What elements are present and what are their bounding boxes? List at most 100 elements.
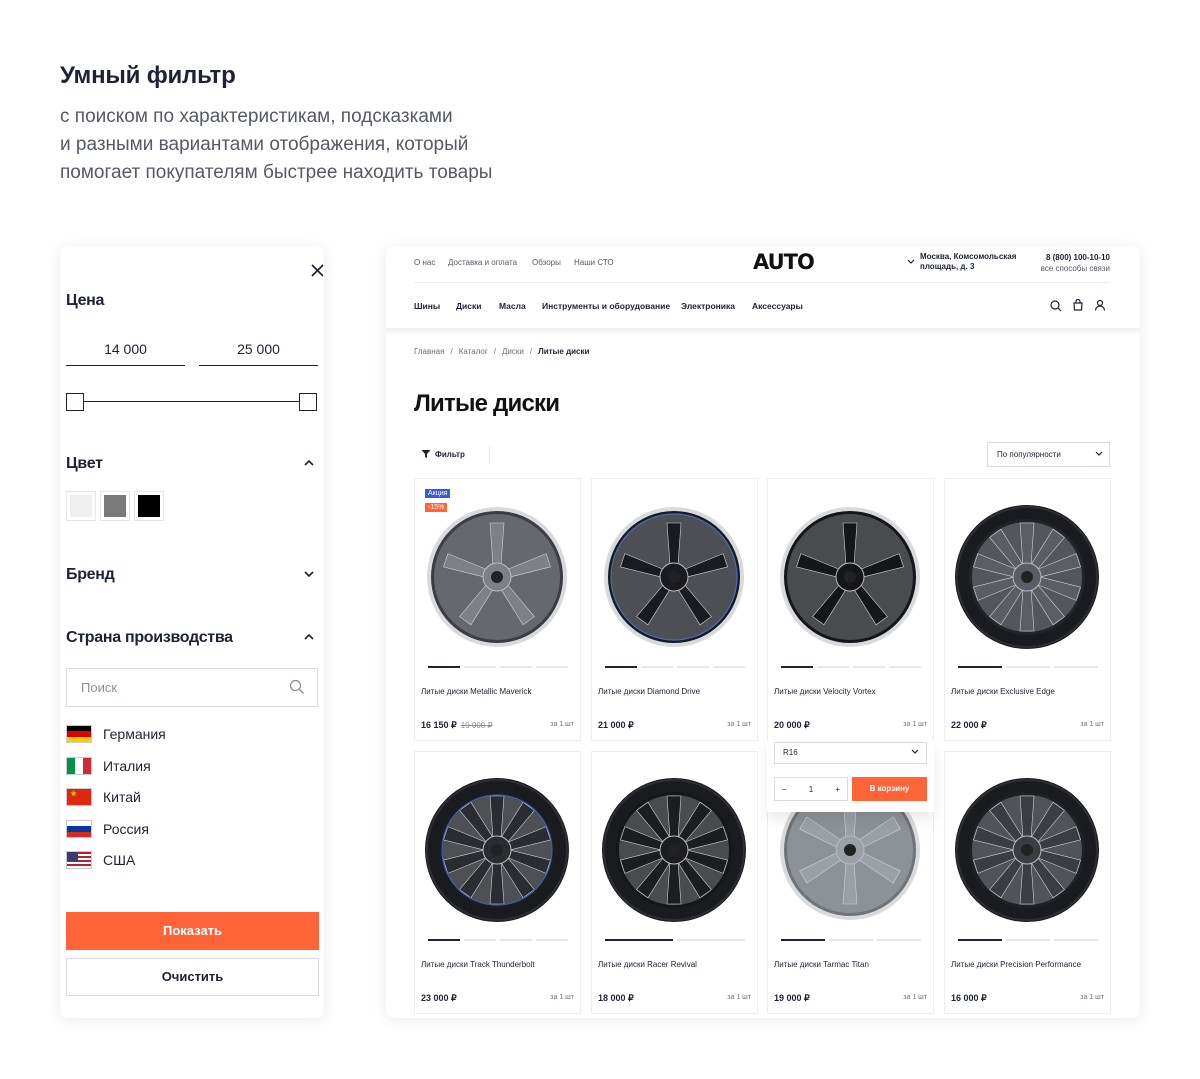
image-indicator[interactable] xyxy=(713,666,745,668)
search-icon[interactable] xyxy=(1050,300,1062,312)
price-min-input[interactable]: 14 000 xyxy=(66,336,185,366)
logo[interactable]: AUTO xyxy=(753,250,815,274)
image-indicator[interactable] xyxy=(829,939,873,941)
clear-button[interactable]: Очистить xyxy=(66,958,319,996)
search-icon[interactable] xyxy=(289,679,305,695)
product-card[interactable]: Литые диски Velocity Vortex 20 000 ₽ за … xyxy=(767,478,934,741)
image-indicator[interactable] xyxy=(889,666,921,668)
image-indicator[interactable] xyxy=(605,666,637,668)
image-indicator[interactable] xyxy=(781,939,825,941)
country-search-input[interactable]: Поиск xyxy=(66,668,318,707)
image-indicator[interactable] xyxy=(677,939,745,941)
image-indicator[interactable] xyxy=(1006,939,1050,941)
image-indicator[interactable] xyxy=(605,939,673,941)
price-range-min-handle[interactable] xyxy=(66,393,84,411)
filter-toggle-button[interactable]: Фильтр xyxy=(421,449,465,459)
close-icon[interactable] xyxy=(311,264,324,277)
image-indicator[interactable] xyxy=(853,666,885,668)
wheel-image[interactable] xyxy=(598,758,751,948)
category-tools[interactable]: Инструменты и оборудование xyxy=(542,301,670,311)
product-card[interactable]: Литые диски Metallic Maverick 16 150 ₽19… xyxy=(414,478,581,741)
category-oils[interactable]: Масла xyxy=(499,301,526,311)
top-link-reviews[interactable]: Обзоры xyxy=(532,258,561,267)
category-tires[interactable]: Шины xyxy=(414,301,440,311)
image-indicator[interactable] xyxy=(536,939,568,941)
color-heading[interactable]: Цвет xyxy=(66,455,103,473)
image-indicator[interactable] xyxy=(1054,939,1098,941)
image-indicator[interactable] xyxy=(428,666,460,668)
sort-select[interactable]: По популярности xyxy=(987,442,1110,467)
image-indicator[interactable] xyxy=(464,666,496,668)
country-option-russia[interactable]: Россия xyxy=(66,819,149,839)
product-name[interactable]: Литые диски Racer Revival xyxy=(598,960,697,969)
breadcrumb-wheels[interactable]: Диски xyxy=(502,347,524,356)
country-option-germany[interactable]: Германия xyxy=(66,724,166,744)
qty-value[interactable]: 1 xyxy=(809,785,813,794)
color-swatch-gray[interactable] xyxy=(100,491,130,521)
image-indicator[interactable] xyxy=(464,939,496,941)
product-card[interactable]: Литые диски Precision Performance 16 000… xyxy=(944,751,1111,1014)
image-indicator[interactable] xyxy=(500,939,532,941)
wheel-image[interactable] xyxy=(951,485,1104,675)
quantity-stepper[interactable]: − 1 + xyxy=(774,777,848,801)
image-indicator[interactable] xyxy=(781,666,813,668)
image-indicator[interactable] xyxy=(428,939,460,941)
breadcrumb-home[interactable]: Главная xyxy=(414,347,444,356)
wheel-image[interactable] xyxy=(421,485,574,675)
store-address[interactable]: Москва, Комсомольская площадь, д. 3 xyxy=(920,252,1016,272)
product-name[interactable]: Литые диски Velocity Vortex xyxy=(774,687,876,696)
phone-block[interactable]: 8 (800) 100-10-10 все способы связи xyxy=(1010,252,1110,274)
product-card[interactable]: Литые диски Exclusive Edge 22 000 ₽ за 1… xyxy=(944,478,1111,741)
product-name[interactable]: Литые диски Exclusive Edge xyxy=(951,687,1055,696)
product-card[interactable]: Литые диски Track Thunderbolt 23 000 ₽ з… xyxy=(414,751,581,1014)
price-max-input[interactable]: 25 000 xyxy=(199,336,318,366)
price-range-max-handle[interactable] xyxy=(299,393,317,411)
country-option-usa[interactable]: США xyxy=(66,850,135,870)
top-link-delivery[interactable]: Доставка и оплата xyxy=(448,258,517,267)
color-swatch-light[interactable] xyxy=(66,491,96,521)
chevron-up-icon[interactable] xyxy=(302,456,316,470)
image-indicator[interactable] xyxy=(958,939,1002,941)
top-link-about[interactable]: О нас xyxy=(414,258,435,267)
wheel-image[interactable] xyxy=(774,485,927,675)
image-indicator[interactable] xyxy=(536,666,568,668)
wheel-image[interactable] xyxy=(951,758,1104,948)
cart-icon[interactable] xyxy=(1072,299,1084,311)
product-name[interactable]: Литые диски Precision Performance xyxy=(951,960,1081,969)
country-heading[interactable]: Страна производства xyxy=(66,629,233,647)
product-card[interactable]: Литые диски Racer Revival 18 000 ₽ за 1 … xyxy=(591,751,758,1014)
add-to-cart-button[interactable]: В корзину xyxy=(852,777,927,801)
user-icon[interactable] xyxy=(1094,299,1106,311)
color-swatch-black[interactable] xyxy=(134,491,164,521)
image-indicator[interactable] xyxy=(958,666,1002,668)
category-electronics[interactable]: Электроника xyxy=(681,301,735,311)
country-option-italy[interactable]: Италия xyxy=(66,756,151,776)
size-select[interactable]: R16 xyxy=(774,742,927,764)
image-indicator[interactable] xyxy=(877,939,921,941)
image-indicator[interactable] xyxy=(641,666,673,668)
country-option-china[interactable]: ★ Китай xyxy=(66,787,141,807)
brand-heading[interactable]: Бренд xyxy=(66,566,115,584)
wheel-image[interactable] xyxy=(421,758,574,948)
qty-minus-button[interactable]: − xyxy=(782,785,787,794)
product-name[interactable]: Литые диски Metallic Maverick xyxy=(421,687,531,696)
image-indicator[interactable] xyxy=(1054,666,1098,668)
chevron-down-icon[interactable] xyxy=(302,567,316,581)
qty-plus-button[interactable]: + xyxy=(835,785,840,794)
chevron-down-icon[interactable] xyxy=(906,258,916,266)
image-indicator[interactable] xyxy=(677,666,709,668)
product-card[interactable]: Литые диски Diamond Drive 21 000 ₽ за 1 … xyxy=(591,478,758,741)
breadcrumb-catalog[interactable]: Каталог xyxy=(459,347,488,356)
category-accessories[interactable]: Аксессуары xyxy=(752,301,803,311)
category-wheels[interactable]: Диски xyxy=(456,301,482,311)
top-link-service[interactable]: Наши СТО xyxy=(574,258,614,267)
show-button[interactable]: Показать xyxy=(66,912,319,950)
chevron-up-icon[interactable] xyxy=(302,630,316,644)
image-indicator[interactable] xyxy=(817,666,849,668)
wheel-image[interactable] xyxy=(598,485,751,675)
product-name[interactable]: Литые диски Track Thunderbolt xyxy=(421,960,535,969)
product-name[interactable]: Литые диски Diamond Drive xyxy=(598,687,700,696)
image-indicator[interactable] xyxy=(500,666,532,668)
product-name[interactable]: Литые диски Tarmac Titan xyxy=(774,960,869,969)
image-indicator[interactable] xyxy=(1006,666,1050,668)
